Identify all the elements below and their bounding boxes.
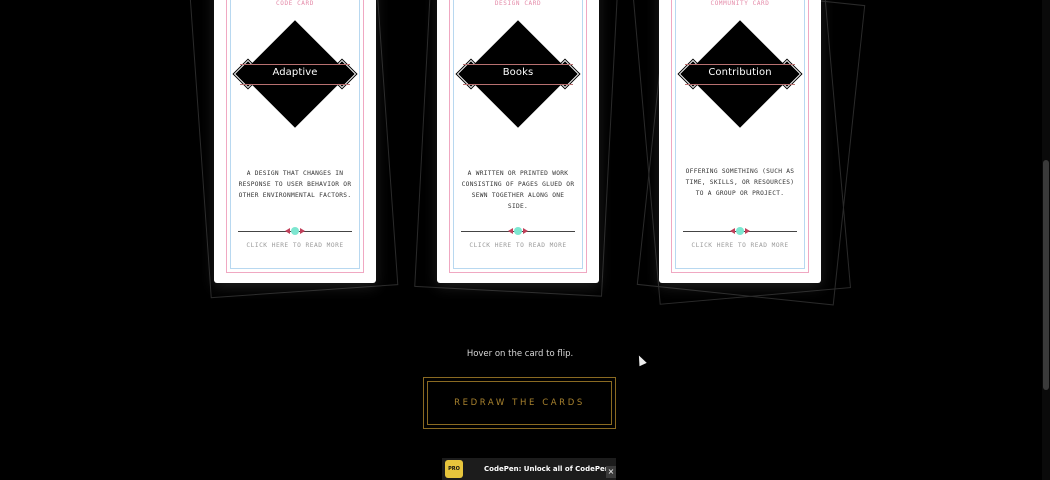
close-icon[interactable]: ×: [606, 466, 616, 478]
card-description: A DESIGN THAT CHANGES IN RESPONSE TO USE…: [238, 170, 352, 199]
emblem-line: [240, 84, 350, 85]
divider-ornament-icon: [730, 227, 750, 235]
card-contribution[interactable]: COMMUNITY CARD Contribution OFFERING SOM…: [659, 0, 821, 283]
card-title: Books: [502, 67, 534, 78]
emblem-line: [240, 64, 350, 65]
card-category: DESIGN CARD: [494, 0, 542, 7]
pro-badge-icon: PRO: [445, 460, 463, 478]
redraw-button-label: REDRAW THE CARDS: [454, 398, 585, 408]
card-adaptive[interactable]: CODE CARD Adaptive A DESIGN THAT CHANGES…: [214, 0, 376, 283]
redraw-cards-button[interactable]: REDRAW THE CARDS: [423, 377, 616, 429]
card-emblem: Books: [437, 20, 599, 128]
card-category: CODE CARD: [276, 0, 314, 7]
card-title: Contribution: [708, 67, 772, 78]
emblem-line: [463, 84, 573, 85]
divider-ornament-icon: [508, 227, 528, 235]
emblem-line: [463, 64, 573, 65]
card-description: A WRITTEN OR PRINTED WORK CONSISTING OF …: [461, 170, 575, 210]
promo-text: CodePen: Unlock all of CodePen: [484, 465, 610, 473]
card-books[interactable]: DESIGN CARD Books A WRITTEN OR PRINTED W…: [437, 0, 599, 283]
card-emblem: Contribution: [659, 20, 821, 128]
emblem-line: [685, 84, 795, 85]
card-category: COMMUNITY CARD: [710, 0, 770, 7]
scrollbar-thumb[interactable]: [1043, 160, 1049, 390]
page: CODE CARD Adaptive A DESIGN THAT CHANGES…: [0, 0, 1050, 480]
scrollbar[interactable]: [1042, 0, 1050, 480]
card-description: OFFERING SOMETHING (SUCH AS TIME, SKILLS…: [685, 168, 795, 197]
read-more-link[interactable]: CLICK HERE TO READ MORE: [214, 242, 376, 249]
read-more-link[interactable]: CLICK HERE TO READ MORE: [659, 242, 821, 249]
emblem-line: [685, 64, 795, 65]
read-more-link[interactable]: CLICK HERE TO READ MORE: [437, 242, 599, 249]
card-emblem: Adaptive: [214, 20, 376, 128]
card-title: Adaptive: [272, 67, 318, 78]
flip-hint-text: Hover on the card to flip.: [466, 349, 574, 359]
codepen-promo-banner[interactable]: PRO CodePen: Unlock all of CodePen ×: [442, 458, 616, 480]
divider-ornament-icon: [285, 227, 305, 235]
